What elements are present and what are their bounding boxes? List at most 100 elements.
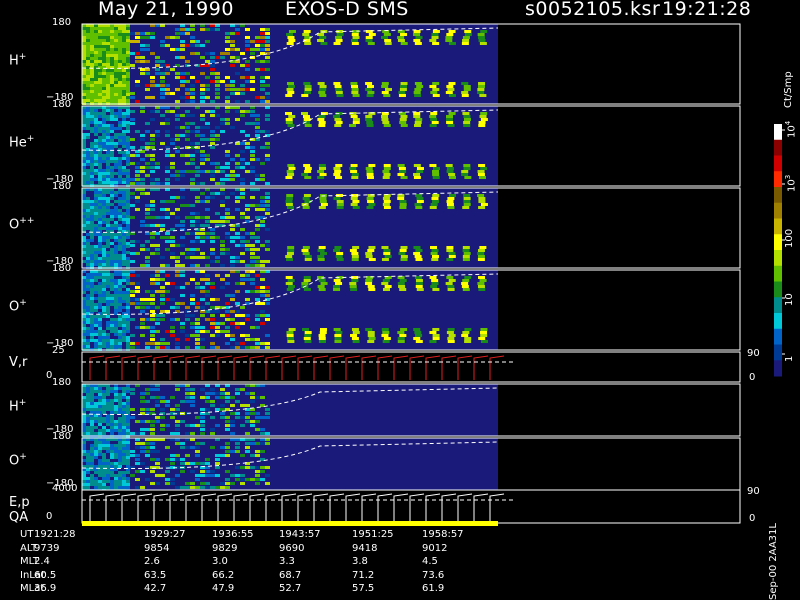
spectrogram-cell	[114, 115, 118, 118]
spectrogram-cell	[320, 42, 328, 45]
spectrogram-cell	[122, 203, 126, 206]
spectrogram-cell	[94, 51, 98, 54]
spectrogram-cell	[106, 163, 110, 166]
spectrogram-cell	[195, 130, 200, 133]
spectrogram-cell	[102, 227, 106, 230]
spectrogram-cell	[86, 127, 90, 130]
spectrogram-cell	[106, 324, 110, 327]
spectrogram-cell	[102, 426, 106, 429]
spectrogram-cell	[135, 326, 140, 329]
spectrogram-cell	[82, 254, 86, 257]
spectrogram-cell	[98, 227, 102, 230]
spectrogram-cell	[265, 146, 270, 149]
spectrogram-cell	[122, 54, 126, 57]
spectrogram-cell	[98, 411, 102, 414]
spectrogram-cell	[160, 474, 165, 477]
spectrogram-cell	[90, 200, 94, 203]
spectrogram-cell	[287, 124, 295, 127]
spectrogram-cell	[479, 115, 487, 118]
spectrogram-cell	[106, 300, 110, 303]
spectrogram-cell	[122, 109, 126, 112]
spectrogram-cell	[122, 441, 126, 444]
spectrogram-cell	[106, 194, 110, 197]
spectrogram-cell	[86, 321, 90, 324]
spectrogram-cell	[102, 36, 106, 39]
spectrogram-cell	[265, 60, 270, 63]
spectrogram-cell	[205, 232, 210, 235]
spectrogram-cell	[318, 91, 326, 94]
spectrogram-cell	[260, 314, 265, 317]
spectrogram-cell	[200, 420, 205, 423]
spectrogram-cell	[90, 93, 94, 96]
spectrogram-cell	[287, 173, 295, 176]
spectrogram-cell	[255, 178, 260, 181]
spectrogram-cell	[185, 256, 190, 259]
spectrogram-cell	[82, 393, 86, 396]
spectrogram-cell	[98, 136, 102, 139]
spectrogram-cell	[145, 224, 150, 227]
spectrogram-cell	[180, 44, 185, 47]
spectrogram-cell	[210, 310, 215, 313]
spectrogram-cell	[205, 400, 210, 403]
spectrogram-cell	[114, 33, 118, 36]
spectrogram-cell	[126, 336, 130, 339]
panel-7	[81, 489, 741, 524]
spectrogram-cell	[110, 145, 114, 148]
spectrogram-cell	[180, 174, 185, 177]
spectrogram-cell	[235, 224, 240, 227]
spectrogram-cell	[150, 146, 155, 149]
spectrogram-cell	[215, 330, 220, 333]
spectrogram-cell	[210, 134, 215, 137]
spectrogram-cell	[250, 162, 255, 165]
spectrogram-cell	[260, 208, 265, 211]
spectrogram-cell	[260, 68, 265, 71]
spectrogram-cell	[235, 162, 240, 165]
spectrogram-cell	[126, 221, 130, 224]
spectrogram-cell	[381, 115, 389, 118]
table-cell: 9739	[34, 542, 60, 554]
spectrogram-cell	[86, 212, 90, 215]
spectrogram-cell	[140, 400, 145, 403]
spectrogram-cell	[225, 482, 230, 485]
spectrogram-cell	[145, 146, 150, 149]
spectrogram-cell	[245, 318, 250, 321]
spectrogram-cell	[230, 174, 235, 177]
spectrogram-cell	[317, 170, 325, 173]
spectrogram-cell	[480, 30, 488, 33]
spectrogram-cell	[413, 173, 421, 176]
spectrogram-cell	[135, 142, 140, 145]
spectrogram-cell	[90, 336, 94, 339]
spectrogram-cell	[245, 170, 250, 173]
spectrogram-cell	[150, 80, 155, 83]
spectrogram-cell	[98, 432, 102, 435]
spectrogram-cell	[210, 334, 215, 337]
spectrogram-cell	[114, 257, 118, 260]
spectrogram-cell	[160, 80, 165, 83]
spectrogram-cell	[98, 57, 102, 60]
spectrogram-cell	[122, 206, 126, 209]
spectrogram-cell	[82, 200, 86, 203]
spectrogram-cell	[165, 118, 170, 121]
spectrogram-cell	[250, 150, 255, 153]
spectrogram-cell	[102, 172, 106, 175]
spectrogram-cell	[165, 478, 170, 481]
spectrogram-cell	[86, 327, 90, 330]
spectrogram-cell	[118, 172, 122, 175]
spectrogram-cell	[102, 447, 106, 450]
spectrogram-cell	[180, 80, 185, 83]
spectrogram-cell	[82, 405, 86, 408]
spectrogram-cell	[110, 239, 114, 242]
panel-label: O+	[9, 298, 27, 315]
spectrogram-cell	[185, 114, 190, 117]
spectrogram-cell	[98, 175, 102, 178]
spectrogram-cell	[265, 28, 270, 31]
spectrogram-cell	[82, 54, 86, 57]
spectrogram-cell	[82, 345, 86, 348]
spectrogram-cell	[170, 28, 175, 31]
spectrogram-cell	[462, 249, 470, 252]
spectrogram-cell	[126, 45, 130, 48]
spectrogram-cell	[110, 227, 114, 230]
spectrogram-cell	[397, 337, 405, 340]
spectrogram-cell	[145, 454, 150, 457]
spectrogram-cell	[464, 33, 472, 36]
